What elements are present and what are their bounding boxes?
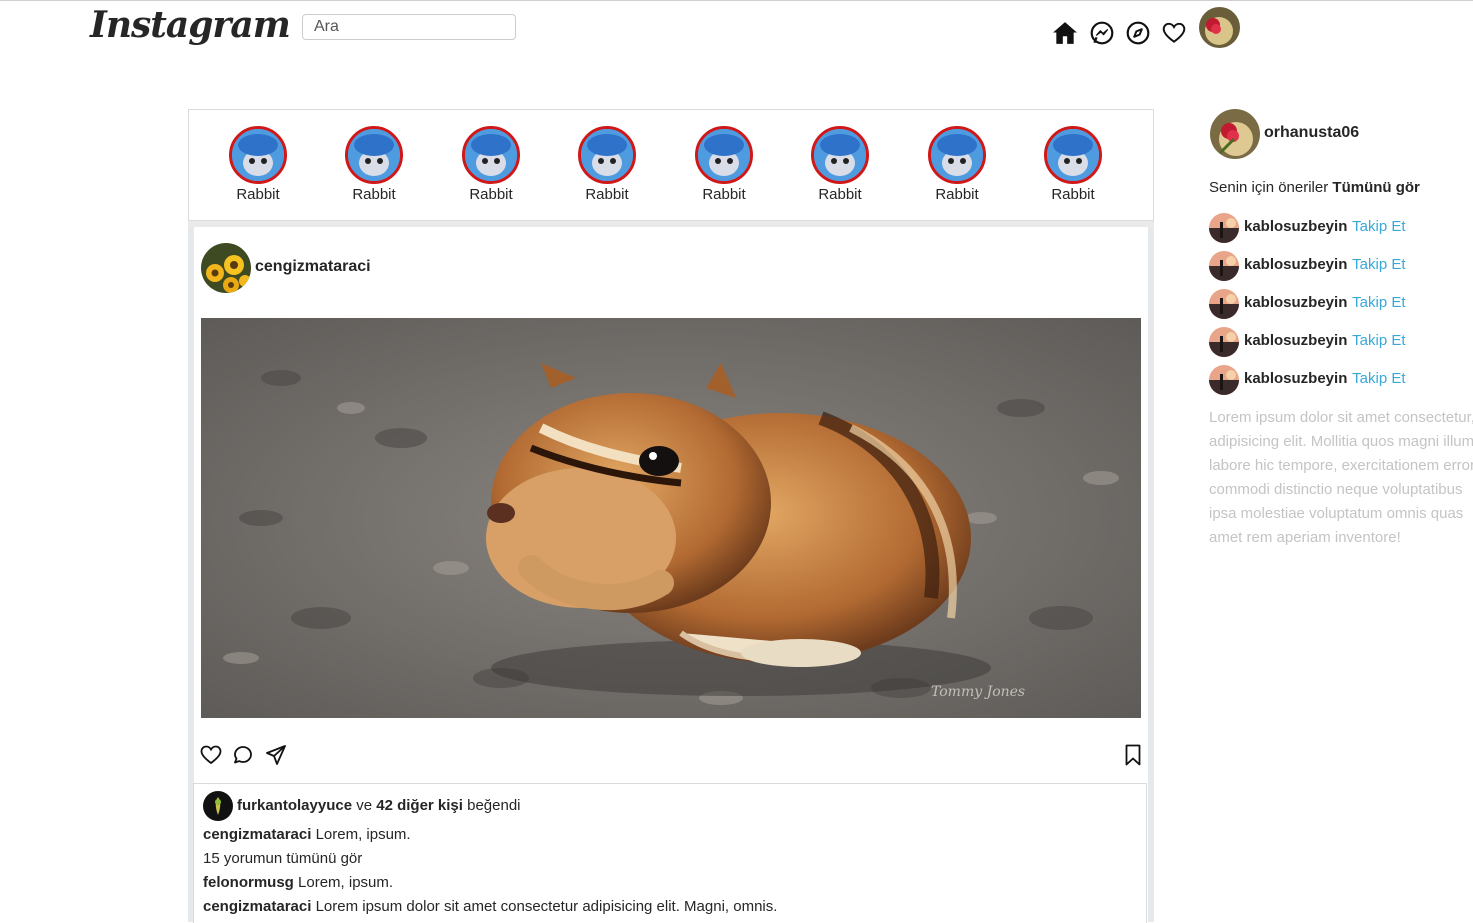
top-border bbox=[0, 0, 1473, 1]
post-author-username[interactable]: cengizmataraci bbox=[255, 258, 371, 276]
suggestion-avatar[interactable] bbox=[1209, 213, 1239, 243]
stories-bar: Rabbit Rabbit Rabbit Rabbit Rabbit Rabbi… bbox=[188, 109, 1154, 221]
current-username[interactable]: orhanusta06 bbox=[1264, 124, 1359, 142]
story-item[interactable]: Rabbit bbox=[446, 126, 536, 203]
comment-text: Lorem ipsum dolor sit amet consectetur a… bbox=[315, 898, 778, 915]
comment-icon[interactable] bbox=[231, 743, 255, 767]
instagram-logo[interactable]: Instagram bbox=[90, 4, 291, 46]
like-heart-icon[interactable] bbox=[199, 743, 223, 767]
story-label: Rabbit bbox=[585, 186, 629, 203]
story-label: Rabbit bbox=[818, 186, 862, 203]
suggestions-label: Senin için öneriler bbox=[1209, 179, 1329, 196]
story-avatar[interactable] bbox=[811, 126, 869, 184]
story-avatar[interactable] bbox=[578, 126, 636, 184]
story-avatar[interactable] bbox=[695, 126, 753, 184]
suggestion-text: kablosuzbeyin Takip Et bbox=[1244, 217, 1406, 235]
caption-text: Lorem, ipsum. bbox=[315, 826, 411, 843]
comment-text: Lorem, ipsum. bbox=[298, 874, 394, 891]
story-label: Rabbit bbox=[702, 186, 746, 203]
profile-avatar[interactable] bbox=[1199, 7, 1240, 48]
story-label: Rabbit bbox=[352, 186, 396, 203]
caption-username[interactable]: cengizmataraci bbox=[203, 826, 311, 843]
home-icon[interactable] bbox=[1052, 20, 1078, 46]
suggestion-avatar[interactable] bbox=[1209, 251, 1239, 281]
likes-suffix: beğendi bbox=[467, 797, 521, 814]
story-avatar[interactable] bbox=[345, 126, 403, 184]
story-label: Rabbit bbox=[1051, 186, 1095, 203]
view-all-comments-link[interactable]: 15 yorumun tümünü gör bbox=[203, 850, 362, 867]
suggestion-username[interactable]: kablosuzbeyin bbox=[1244, 218, 1347, 235]
suggestions-header: Senin için öneriler Tümünü gör bbox=[1209, 179, 1420, 196]
story-label: Rabbit bbox=[469, 186, 513, 203]
suggestion-username[interactable]: kablosuzbeyin bbox=[1244, 332, 1347, 349]
post-author-avatar[interactable] bbox=[201, 243, 251, 293]
share-icon[interactable] bbox=[264, 743, 288, 767]
suggestion-avatar[interactable] bbox=[1209, 289, 1239, 319]
follow-button[interactable]: Takip Et bbox=[1352, 370, 1405, 387]
current-user-avatar[interactable] bbox=[1210, 109, 1260, 159]
likes-connector: ve bbox=[356, 797, 373, 814]
liker-avatar[interactable] bbox=[203, 791, 233, 821]
follow-button[interactable]: Takip Et bbox=[1352, 218, 1405, 235]
post-image[interactable]: Tommy Jones bbox=[201, 318, 1141, 718]
story-avatar[interactable] bbox=[462, 126, 520, 184]
comment-line: cengizmataraci Lorem ipsum dolor sit ame… bbox=[203, 898, 777, 915]
caption-line: cengizmataraci Lorem, ipsum. bbox=[203, 826, 411, 843]
sidebar-footer-text: Lorem ipsum dolor sit amet consectetur, … bbox=[1209, 409, 1473, 546]
suggestion-username[interactable]: kablosuzbeyin bbox=[1244, 294, 1347, 311]
search-input[interactable] bbox=[302, 14, 516, 40]
follow-button[interactable]: Takip Et bbox=[1352, 294, 1405, 311]
follow-button[interactable]: Takip Et bbox=[1352, 332, 1405, 349]
story-label: Rabbit bbox=[236, 186, 280, 203]
suggestion-text: kablosuzbeyin Takip Et bbox=[1244, 369, 1406, 387]
story-item[interactable]: Rabbit bbox=[795, 126, 885, 203]
story-avatar[interactable] bbox=[1044, 126, 1102, 184]
story-item[interactable]: Rabbit bbox=[213, 126, 303, 203]
comment-username[interactable]: felonormusg bbox=[203, 874, 294, 891]
story-item[interactable]: Rabbit bbox=[679, 126, 769, 203]
story-item[interactable]: Rabbit bbox=[912, 126, 1002, 203]
suggestion-text: kablosuzbeyin Takip Et bbox=[1244, 255, 1406, 273]
heart-icon[interactable] bbox=[1161, 20, 1187, 46]
see-all-link[interactable]: Tümünü gör bbox=[1332, 179, 1419, 196]
messenger-icon[interactable] bbox=[1089, 20, 1115, 46]
suggestion-text: kablosuzbeyin Takip Et bbox=[1244, 331, 1406, 349]
comment-line: felonormusg Lorem, ipsum. bbox=[203, 874, 393, 891]
suggestion-text: kablosuzbeyin Takip Et bbox=[1244, 293, 1406, 311]
suggestion-username[interactable]: kablosuzbeyin bbox=[1244, 370, 1347, 387]
story-item[interactable]: Rabbit bbox=[1028, 126, 1118, 203]
comment-username[interactable]: cengizmataraci bbox=[203, 898, 311, 915]
bookmark-icon[interactable] bbox=[1121, 743, 1145, 767]
story-item[interactable]: Rabbit bbox=[562, 126, 652, 203]
likes-others[interactable]: 42 diğer kişi bbox=[376, 797, 463, 814]
story-label: Rabbit bbox=[935, 186, 979, 203]
story-item[interactable]: Rabbit bbox=[329, 126, 419, 203]
suggestion-avatar[interactable] bbox=[1209, 327, 1239, 357]
suggestion-avatar[interactable] bbox=[1209, 365, 1239, 395]
liker-username[interactable]: furkantolayyuce bbox=[237, 797, 352, 814]
story-avatar[interactable] bbox=[229, 126, 287, 184]
watermark-text: Tommy Jones bbox=[931, 684, 1025, 700]
likes-line: furkantolayyuce ve 42 diğer kişi beğendi bbox=[237, 797, 521, 814]
follow-button[interactable]: Takip Et bbox=[1352, 256, 1405, 273]
explore-icon[interactable] bbox=[1125, 20, 1151, 46]
story-avatar[interactable] bbox=[928, 126, 986, 184]
suggestion-username[interactable]: kablosuzbeyin bbox=[1244, 256, 1347, 273]
